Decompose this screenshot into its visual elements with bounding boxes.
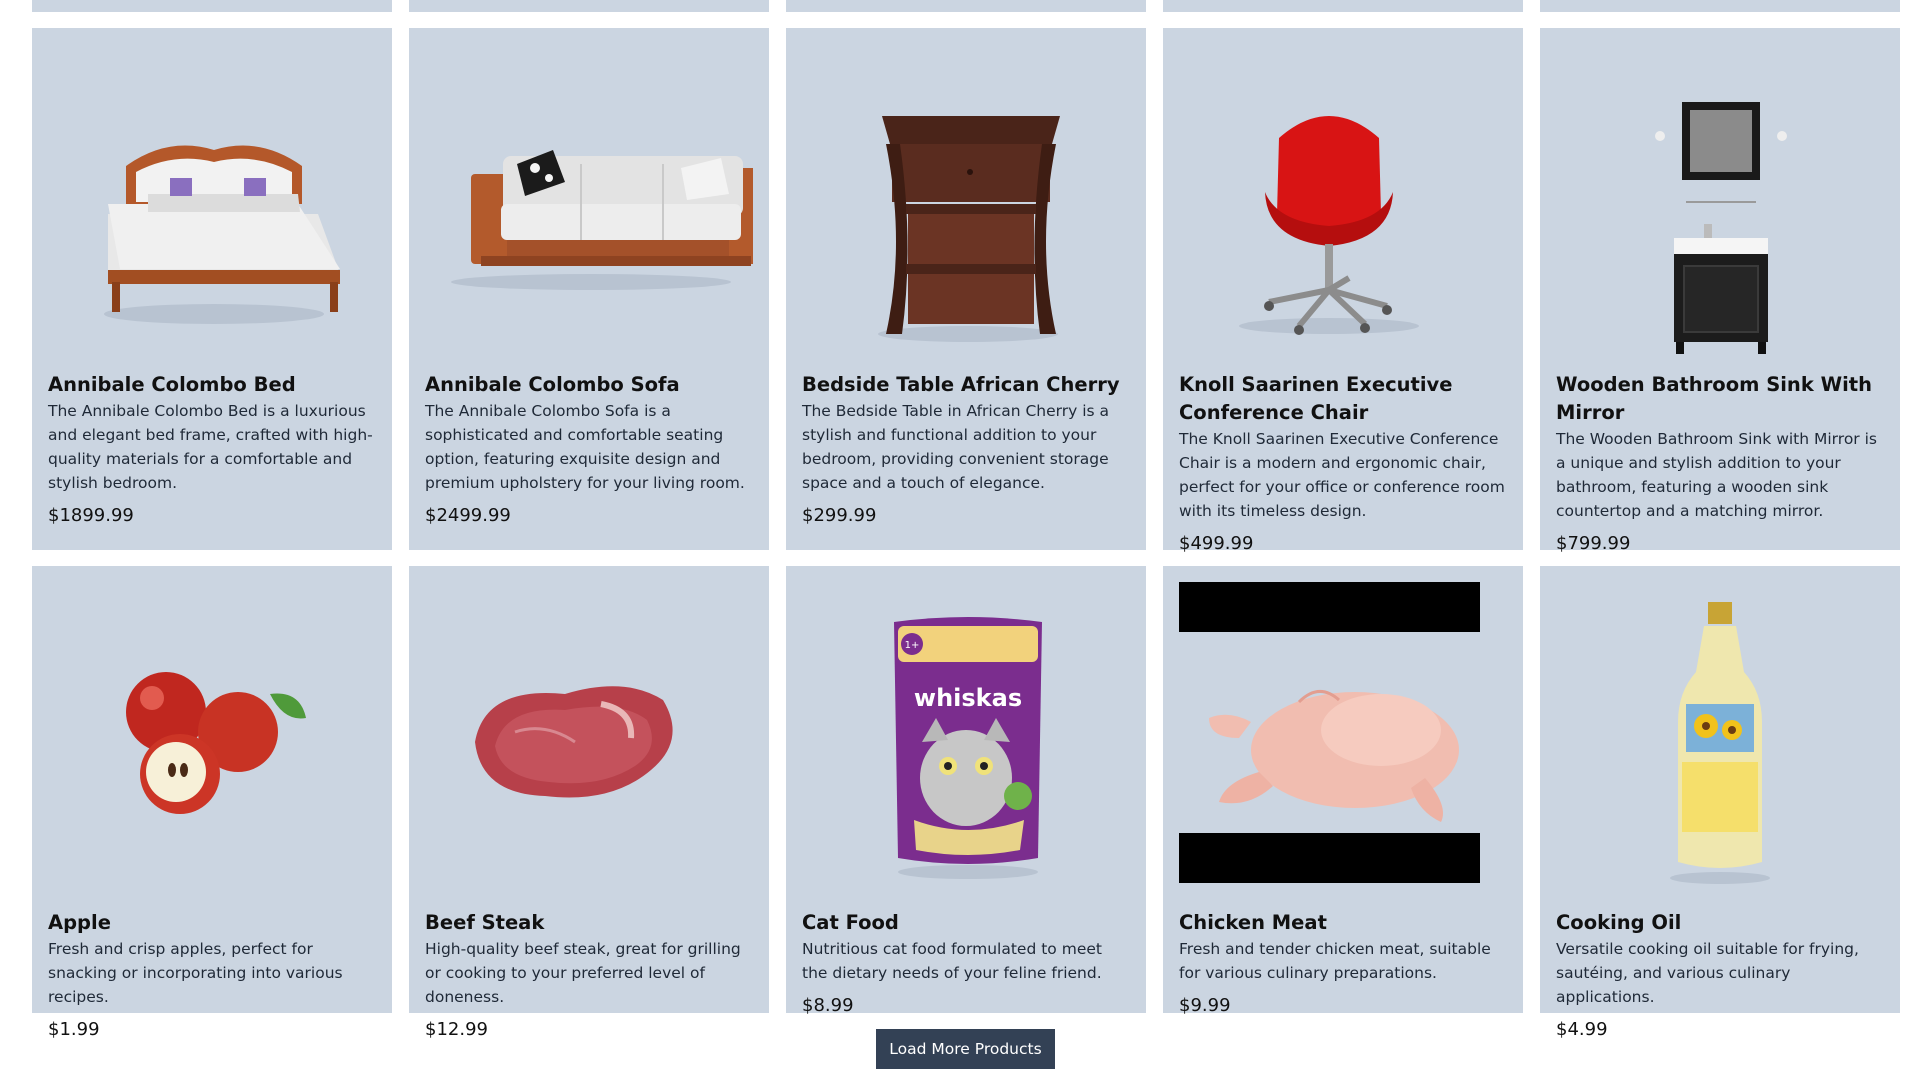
product-grid-row: Annibale Colombo Bed The Annibale Colomb… bbox=[32, 28, 1900, 554]
product-title[interactable]: Knoll Saarinen Executive Conference Chai… bbox=[1179, 371, 1507, 427]
steak-image bbox=[425, 582, 753, 899]
previous-card-edge bbox=[1163, 0, 1523, 12]
product-title[interactable]: Cat Food bbox=[802, 909, 1130, 937]
product-card[interactable]: Annibale Colombo Bed The Annibale Colomb… bbox=[32, 28, 392, 550]
product-title[interactable]: Apple bbox=[48, 909, 376, 937]
cat-food-image: 1+ whiskas bbox=[802, 582, 1130, 899]
product-price: $799.99 bbox=[1556, 533, 1631, 554]
package-brand-text: whiskas bbox=[914, 684, 1022, 712]
product-description: Fresh and crisp apples, perfect for snac… bbox=[48, 940, 343, 1006]
product-card[interactable]: Beef Steak High-quality beef steak, grea… bbox=[409, 566, 769, 1040]
chair-image bbox=[1179, 44, 1507, 361]
product-card[interactable]: Cooking Oil Versatile cooking oil suitab… bbox=[1540, 566, 1900, 1040]
bedside-table-image bbox=[802, 44, 1130, 361]
cooking-oil-image bbox=[1556, 582, 1884, 899]
product-price: $9.99 bbox=[1179, 995, 1231, 1016]
chicken-image bbox=[1179, 582, 1507, 899]
product-title[interactable]: Cooking Oil bbox=[1556, 909, 1884, 937]
previous-card-edge bbox=[409, 0, 769, 12]
product-title[interactable]: Annibale Colombo Sofa bbox=[425, 371, 753, 399]
product-grid-row: Apple Fresh and crisp apples, perfect fo… bbox=[32, 566, 1900, 1040]
apple-image bbox=[48, 582, 376, 899]
product-description: The Knoll Saarinen Executive Conference … bbox=[1179, 430, 1505, 520]
product-price: $499.99 bbox=[1179, 533, 1254, 554]
product-card[interactable]: Knoll Saarinen Executive Conference Chai… bbox=[1163, 28, 1523, 554]
product-price: $1899.99 bbox=[48, 505, 134, 526]
redaction-bar bbox=[1179, 833, 1480, 883]
product-card[interactable]: Bedside Table African Cherry The Bedside… bbox=[786, 28, 1146, 550]
svg-text:1+: 1+ bbox=[905, 640, 920, 651]
product-card[interactable]: Chicken Meat Fresh and tender chicken me… bbox=[1163, 566, 1523, 1016]
product-price: $1.99 bbox=[48, 1019, 100, 1040]
product-price: $299.99 bbox=[802, 505, 877, 526]
previous-card-edge bbox=[1540, 0, 1900, 12]
load-more-button[interactable]: Load More Products bbox=[876, 1029, 1055, 1069]
product-price: $12.99 bbox=[425, 1019, 488, 1040]
product-description: High-quality beef steak, great for grill… bbox=[425, 940, 741, 1006]
previous-card-edge bbox=[786, 0, 1146, 12]
product-card[interactable]: Wooden Bathroom Sink With Mirror The Woo… bbox=[1540, 28, 1900, 554]
bed-image bbox=[48, 44, 376, 361]
product-title[interactable]: Wooden Bathroom Sink With Mirror bbox=[1556, 371, 1884, 427]
product-title[interactable]: Chicken Meat bbox=[1179, 909, 1507, 937]
bathroom-sink-image bbox=[1556, 44, 1884, 361]
product-card[interactable]: Apple Fresh and crisp apples, perfect fo… bbox=[32, 566, 392, 1040]
product-description: The Annibale Colombo Sofa is a sophistic… bbox=[425, 402, 745, 492]
product-description: The Bedside Table in African Cherry is a… bbox=[802, 402, 1110, 492]
product-description: The Annibale Colombo Bed is a luxurious … bbox=[48, 402, 373, 492]
previous-card-edge bbox=[32, 0, 392, 12]
product-title[interactable]: Beef Steak bbox=[425, 909, 753, 937]
product-price: $4.99 bbox=[1556, 1019, 1608, 1040]
sofa-image bbox=[425, 44, 753, 361]
redaction-bar bbox=[1179, 582, 1480, 632]
product-title[interactable]: Bedside Table African Cherry bbox=[802, 371, 1130, 399]
product-price: $8.99 bbox=[802, 995, 854, 1016]
product-price: $2499.99 bbox=[425, 505, 511, 526]
product-title[interactable]: Annibale Colombo Bed bbox=[48, 371, 376, 399]
product-description: Versatile cooking oil suitable for fryin… bbox=[1556, 940, 1859, 1006]
product-description: The Wooden Bathroom Sink with Mirror is … bbox=[1556, 430, 1877, 520]
previous-row-strip bbox=[32, 0, 1900, 12]
product-card[interactable]: Annibale Colombo Sofa The Annibale Colom… bbox=[409, 28, 769, 550]
product-description: Nutritious cat food formulated to meet t… bbox=[802, 940, 1102, 982]
product-card[interactable]: 1+ whiskas Cat Food Nutritious cat food … bbox=[786, 566, 1146, 1016]
product-description: Fresh and tender chicken meat, suitable … bbox=[1179, 940, 1491, 982]
